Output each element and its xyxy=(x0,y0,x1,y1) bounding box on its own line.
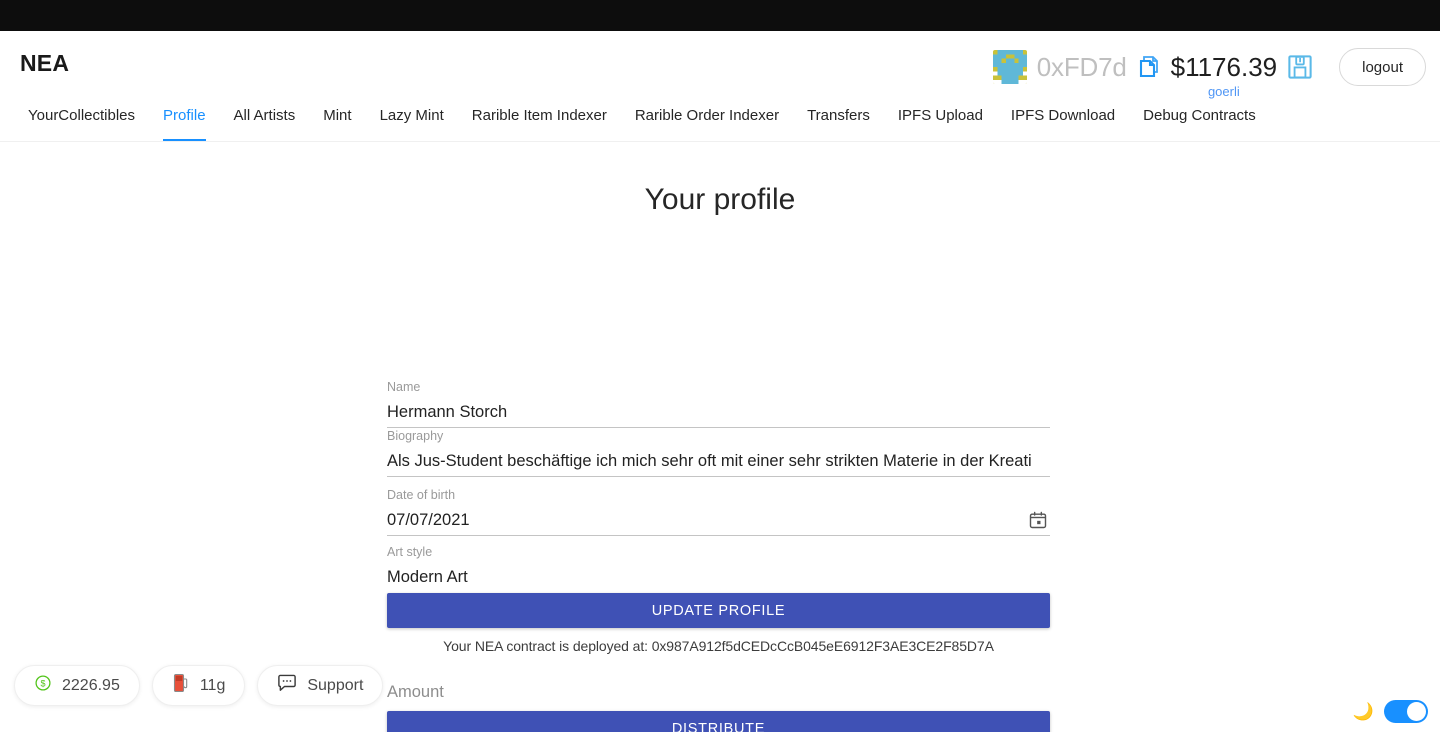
top-black-bar xyxy=(0,0,1440,31)
dollar-circle-icon: $ xyxy=(34,674,52,697)
gas-pump-icon xyxy=(172,673,190,698)
dark-mode-switch[interactable] xyxy=(1384,700,1428,723)
date-of-birth-value: 07/07/2021 xyxy=(387,510,470,529)
price-value: 2226.95 xyxy=(62,676,120,694)
biography-input[interactable]: Als Jus-Student beschäftige ich mich seh… xyxy=(387,445,1050,477)
nav-item-transfers[interactable]: Transfers xyxy=(793,101,884,141)
gas-value: 11g xyxy=(199,676,226,694)
name-label: Name xyxy=(387,380,421,394)
calendar-icon[interactable] xyxy=(1028,510,1048,530)
balance-display[interactable]: $1176.39 goerli xyxy=(1170,52,1278,99)
nav-item-profile[interactable]: Profile xyxy=(149,101,220,141)
support-label: Support xyxy=(307,676,364,694)
copy-icon[interactable] xyxy=(1135,54,1163,80)
art-style-input[interactable]: Modern Art xyxy=(387,561,1050,593)
nav-item-mint[interactable]: Mint xyxy=(309,101,365,141)
page-title: Your profile xyxy=(644,183,796,216)
price-widget[interactable]: $ 2226.95 xyxy=(14,665,140,706)
support-widget[interactable]: Support xyxy=(257,665,384,706)
brand-logo[interactable]: NEA xyxy=(20,50,69,77)
bottom-widgets: $ 2226.95 11g Support xyxy=(14,665,384,706)
date-of-birth-input[interactable]: 07/07/2021 xyxy=(387,504,1050,536)
moon-icon: 🌙 xyxy=(1352,702,1374,721)
update-profile-button[interactable]: UPDATE PROFILE xyxy=(387,593,1050,628)
field-biography: Biography Als Jus-Student beschäftige ic… xyxy=(387,428,1050,477)
save-icon[interactable] xyxy=(1285,54,1315,80)
main-content: Your profile Name Hermann Storch Biograp… xyxy=(0,142,1440,732)
contract-address-note: Your NEA contract is deployed at: 0x987A… xyxy=(443,638,994,654)
date-of-birth-label: Date of birth xyxy=(387,488,456,502)
biography-label: Biography xyxy=(387,429,444,443)
art-style-label: Art style xyxy=(387,545,433,559)
name-value: Hermann Storch xyxy=(387,402,508,421)
name-input[interactable]: Hermann Storch xyxy=(387,396,1050,428)
field-name: Name Hermann Storch xyxy=(387,379,1050,428)
distribute-button[interactable]: DISTRIBUTE xyxy=(387,711,1050,732)
svg-text:$: $ xyxy=(40,678,45,688)
amount-input[interactable] xyxy=(387,681,1050,711)
account-bar: 0xFD7d $1176.39 goerli logout xyxy=(992,41,1426,99)
nav-item-ipfs-download[interactable]: IPFS Download xyxy=(997,101,1129,141)
network-name: goerli xyxy=(1207,84,1240,99)
nav-item-rarible-item-indexer[interactable]: Rarible Item Indexer xyxy=(458,101,621,141)
biography-value: Als Jus-Student beschäftige ich mich seh… xyxy=(387,451,1032,470)
field-date-of-birth: Date of birth 07/07/2021 xyxy=(387,487,1050,536)
art-style-value: Modern Art xyxy=(387,568,468,586)
nav-item-rarible-order-indexer[interactable]: Rarible Order Indexer xyxy=(621,101,793,141)
logout-button[interactable]: logout xyxy=(1339,48,1426,86)
blockie-avatar xyxy=(992,50,1027,84)
wallet-address[interactable]: 0xFD7d xyxy=(1037,52,1127,83)
app-header: NEA 0xFD7d $1176.39 goerli logout xyxy=(0,31,1440,101)
main-navigation: YourCollectibles Profile All Artists Min… xyxy=(0,101,1440,142)
chat-bubble-icon xyxy=(277,674,297,697)
nav-item-yourcollectibles[interactable]: YourCollectibles xyxy=(14,101,149,141)
field-art-style: Art style Modern Art xyxy=(387,544,1050,593)
profile-form: Name Hermann Storch Biography Als Jus-St… xyxy=(387,379,1050,732)
nav-item-ipfs-upload[interactable]: IPFS Upload xyxy=(884,101,997,141)
balance-amount: $1176.39 xyxy=(1170,52,1278,82)
theme-toggle: 🌙 xyxy=(1353,700,1428,723)
nav-item-debug-contracts[interactable]: Debug Contracts xyxy=(1129,101,1270,141)
nav-item-lazy-mint[interactable]: Lazy Mint xyxy=(366,101,458,141)
distribute-block: DISTRIBUTE xyxy=(387,681,1050,732)
nav-item-all-artists[interactable]: All Artists xyxy=(220,101,310,141)
gas-widget[interactable]: 11g xyxy=(151,665,246,706)
